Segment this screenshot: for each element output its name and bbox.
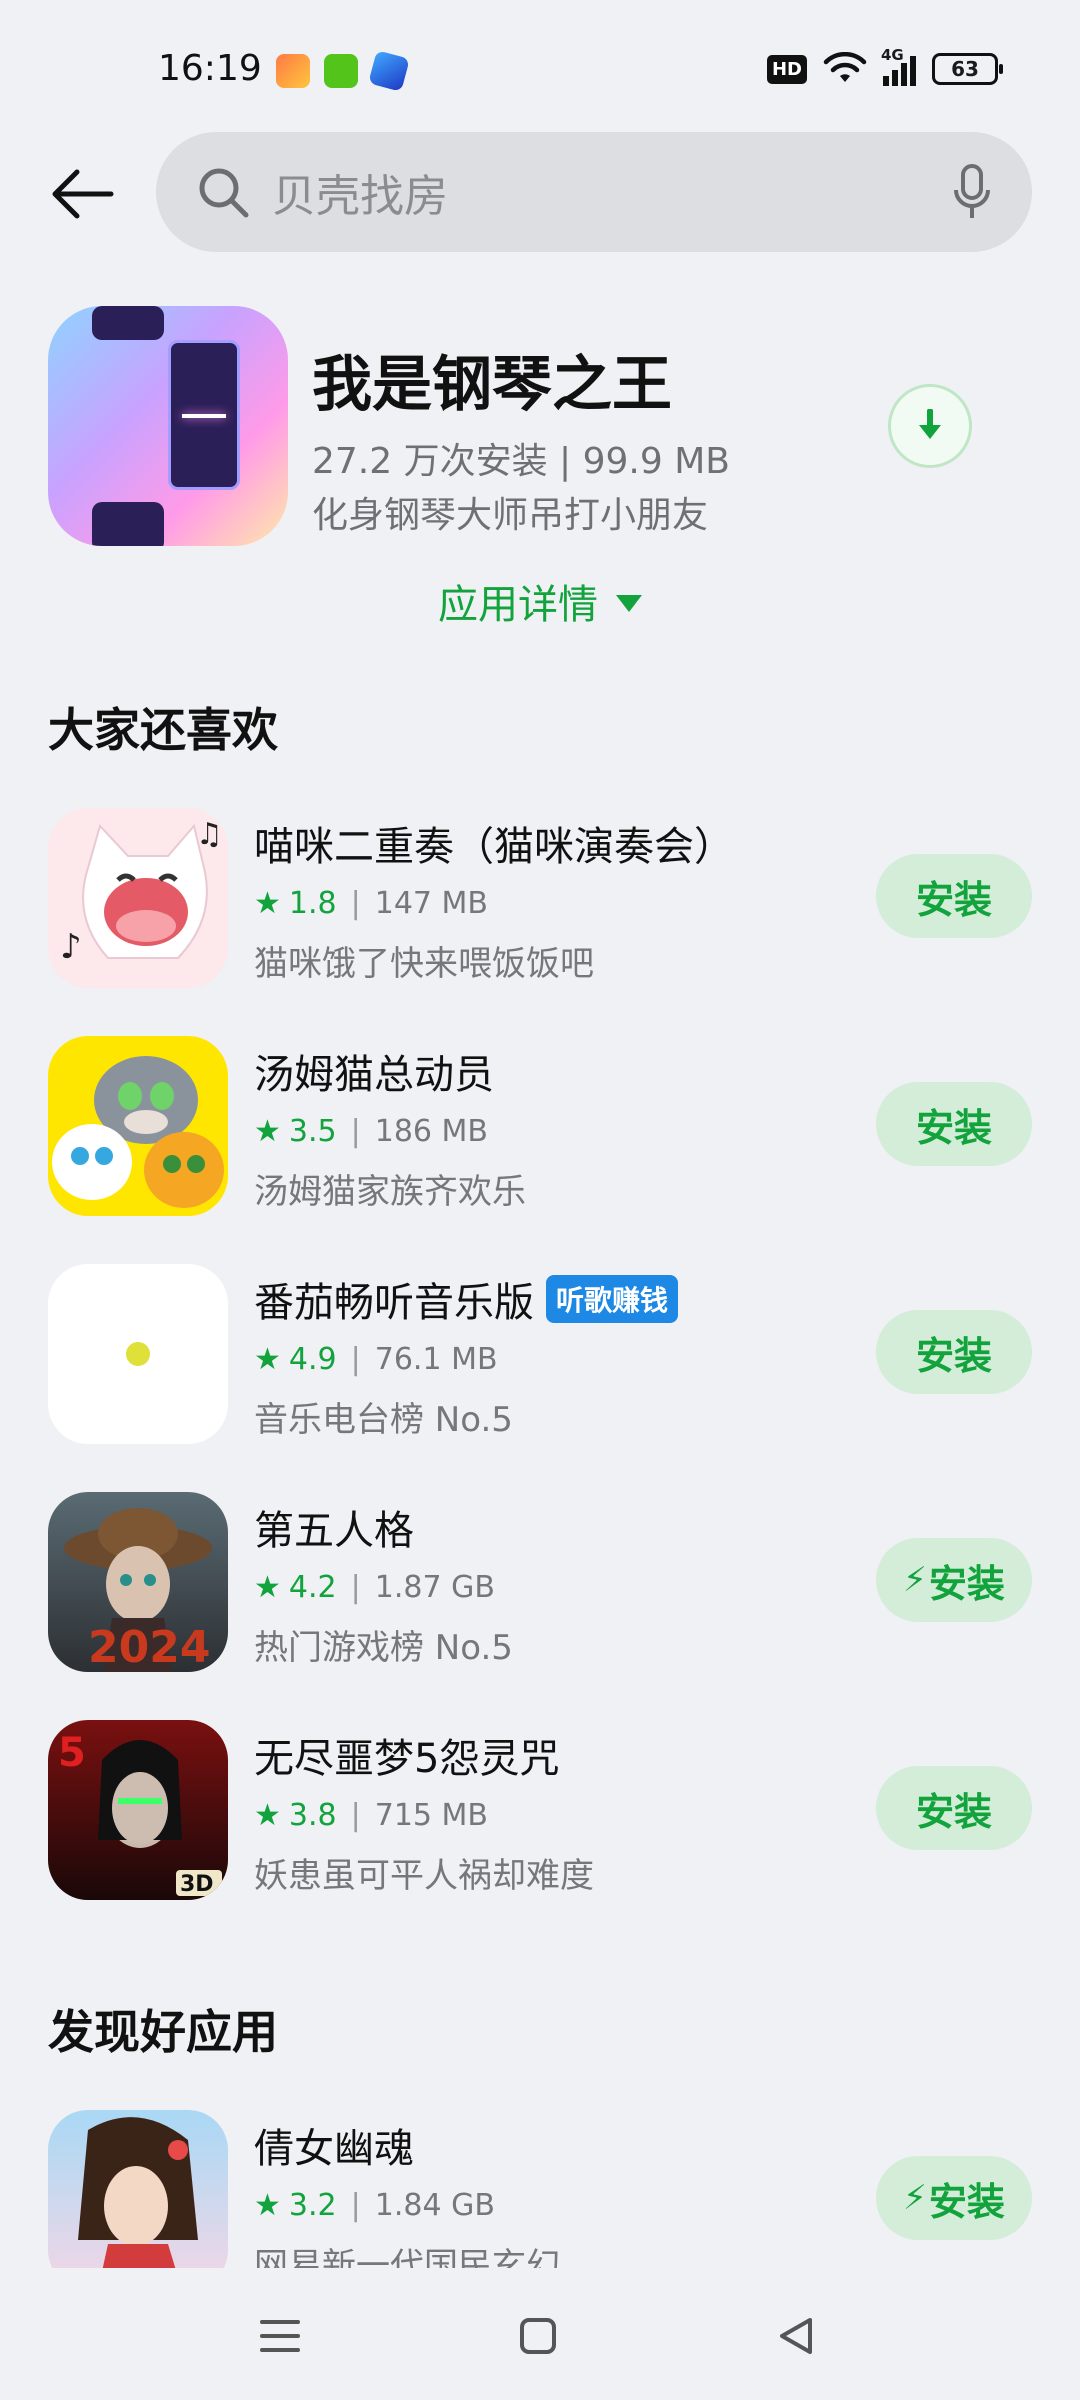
system-nav-bar (0, 2270, 1080, 2400)
home-icon (520, 2318, 556, 2354)
install-button[interactable]: ⚡ 安装 (876, 2156, 1032, 2240)
star-icon: ★ (254, 2188, 281, 2223)
back-triangle-icon (780, 2318, 812, 2354)
menu-icon (260, 2320, 300, 2352)
app-desc: 网易新一代国民玄幻 (254, 2246, 560, 2268)
discover-clip: 倩女幽魂 ★ 3.2 | 1.84 GB 网易新一代国民玄幻 ⚡ 安装 (0, 0, 1080, 2268)
app-name: 倩女幽魂 (254, 2126, 414, 2172)
app-icon-chinese-ghost-story (48, 2110, 228, 2268)
app-stats: ★ 3.2 | 1.84 GB (254, 2188, 495, 2223)
home-button[interactable] (508, 2306, 568, 2366)
nav-back-button[interactable] (766, 2306, 826, 2366)
menu-button[interactable] (250, 2306, 310, 2366)
bolt-icon: ⚡ (903, 2178, 927, 2218)
list-item[interactable]: 倩女幽魂 ★ 3.2 | 1.84 GB 网易新一代国民玄幻 ⚡ 安装 (48, 2110, 1032, 2268)
